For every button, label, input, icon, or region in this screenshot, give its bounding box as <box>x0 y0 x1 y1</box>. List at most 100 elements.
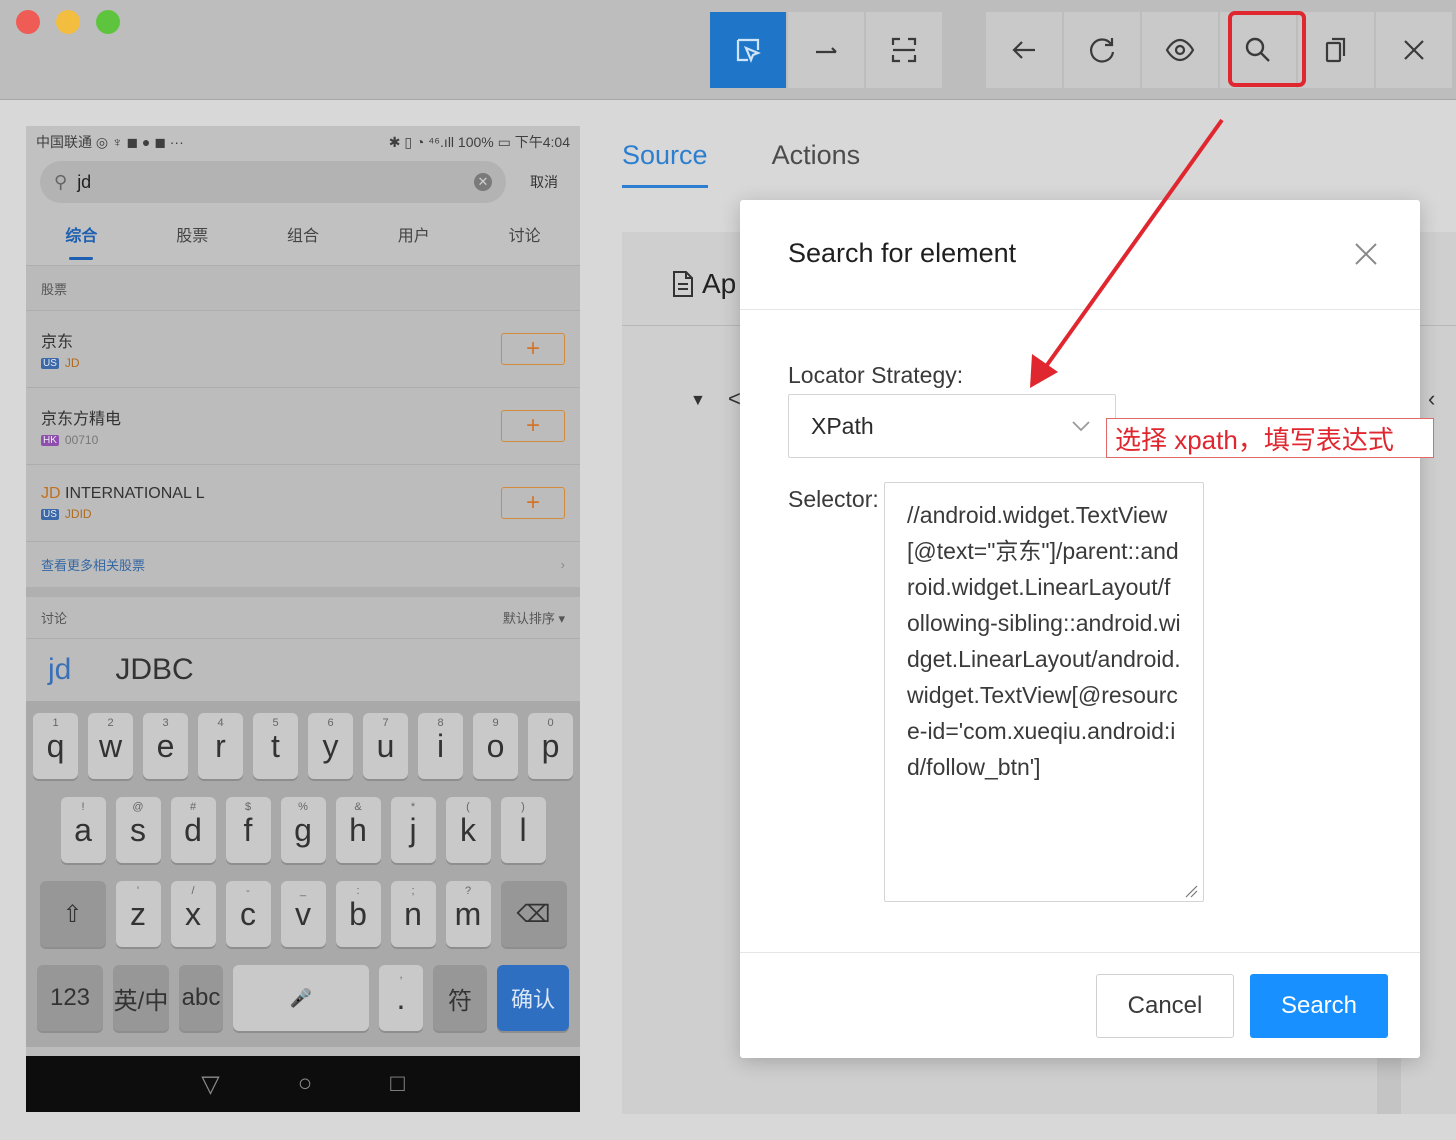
key-h[interactable]: & h <box>335 797 381 863</box>
copy-xml-button[interactable] <box>1298 12 1374 88</box>
window-close-button[interactable] <box>16 10 40 34</box>
chevron-left-icon[interactable]: ‹ <box>1428 386 1435 412</box>
tab-comprehensive[interactable]: 综合 <box>65 222 97 250</box>
key-hint: ) <box>521 801 525 813</box>
discussion-header: 讨论 默认排序 ▾ <box>26 597 580 639</box>
key-o[interactable]: 9o <box>473 713 518 779</box>
swipe-arrow-icon <box>816 47 837 54</box>
dialog-title: Search for element <box>788 238 1017 268</box>
tree-node[interactable]: < <box>728 386 741 412</box>
key-f[interactable]: $ f <box>225 797 271 863</box>
nav-home-icon[interactable]: ○ <box>298 1070 313 1098</box>
key-label: n <box>404 895 422 932</box>
phone-search-input[interactable]: ⚲ jd ✕ <box>40 161 506 203</box>
key-u[interactable]: 7u <box>363 713 408 779</box>
tree-expand-icon[interactable]: ▼ <box>690 392 706 410</box>
tap-coordinates-button[interactable] <box>866 12 942 88</box>
list-item[interactable]: 京东方精电 HK 00710 + <box>26 387 580 464</box>
space-key[interactable]: 🎤 <box>233 965 369 1031</box>
symbol-key[interactable]: 符 <box>433 965 487 1031</box>
shift-key[interactable]: ⇧ <box>39 881 106 947</box>
key-hint: # <box>189 801 197 813</box>
locator-strategy-select[interactable]: XPath <box>788 394 1116 458</box>
key-hint: * <box>410 801 416 813</box>
key-l[interactable]: ) l <box>500 797 546 863</box>
close-icon[interactable] <box>1350 238 1382 270</box>
sort-dropdown[interactable]: 默认排序 ▾ <box>503 608 565 627</box>
key-w[interactable]: 2w <box>88 713 133 779</box>
window-minimize-button[interactable] <box>56 10 80 34</box>
language-key[interactable]: 英/中 <box>113 965 169 1031</box>
key-c[interactable]: -c <box>225 881 271 947</box>
key-hint: 8 <box>437 717 444 729</box>
key-p[interactable]: 0p <box>528 713 573 779</box>
key-v[interactable]: _ v <box>280 881 326 947</box>
clear-icon[interactable]: ✕ <box>474 173 492 191</box>
key-b[interactable]: :b <box>335 881 381 947</box>
key-d[interactable]: # d <box>170 797 216 863</box>
back-arrow-icon <box>1012 41 1035 59</box>
more-stocks-label: 查看更多相关股票 <box>41 558 146 573</box>
refresh-icon <box>1090 38 1115 63</box>
abc-key[interactable]: abc <box>179 965 223 1031</box>
window-titlebar <box>0 0 1456 100</box>
key-j[interactable]: * j <box>390 797 436 863</box>
close-icon <box>1404 40 1424 60</box>
stocks-section-label: 股票 <box>26 266 580 310</box>
selector-textarea[interactable]: //android.widget.TextView[@text="京东"]/pa… <box>884 482 1204 902</box>
key-m[interactable]: ? m <box>445 881 491 947</box>
key-label: w <box>98 727 123 764</box>
key-label: q <box>46 727 65 764</box>
key-x[interactable]: / x <box>170 881 216 947</box>
period-key[interactable]: ,. <box>379 965 423 1031</box>
key-hint: ! <box>81 801 85 813</box>
tab-discussion[interactable]: 讨论 <box>509 222 541 250</box>
resize-handle-icon[interactable] <box>1184 884 1198 898</box>
refresh-button[interactable] <box>1064 12 1140 88</box>
tab-stocks[interactable]: 股票 <box>176 222 208 250</box>
key-a[interactable]: ! a <box>60 797 106 863</box>
window-zoom-button[interactable] <box>96 10 120 34</box>
key-q[interactable]: 1q <box>33 713 78 779</box>
key-y[interactable]: 6y <box>308 713 353 779</box>
key-t[interactable]: 5t <box>253 713 298 779</box>
tab-actions[interactable]: Actions <box>772 140 861 188</box>
quit-session-button[interactable] <box>1376 12 1452 88</box>
toggle-visibility-button[interactable] <box>1142 12 1218 88</box>
device-screenshot[interactable]: 中国联通 ◎ ♆ ◼ ● ◼ ··· ✱ ▯ ◔ ⁴⁶.ıll 100% ▭ 下… <box>26 126 580 1112</box>
nav-recents-icon[interactable]: □ <box>390 1070 405 1098</box>
key-i[interactable]: 8i <box>418 713 463 779</box>
key-s[interactable]: @ s <box>115 797 161 863</box>
delete-key[interactable]: ⌫ <box>500 881 567 947</box>
key-g[interactable]: % g <box>280 797 326 863</box>
search-button[interactable]: Search <box>1250 974 1388 1038</box>
tab-portfolio[interactable]: 组合 <box>287 222 319 250</box>
numbers-key[interactable]: 123 <box>37 965 103 1031</box>
key-k[interactable]: (k <box>445 797 491 863</box>
tab-users[interactable]: 用户 <box>398 222 430 250</box>
list-item[interactable]: 京东 US JD + <box>26 310 580 387</box>
tab-source[interactable]: Source <box>622 140 708 188</box>
swipe-mode-button[interactable] <box>788 12 864 88</box>
cancel-button[interactable]: Cancel <box>1096 974 1234 1038</box>
key-label: d <box>184 811 202 848</box>
follow-button[interactable]: + <box>501 410 565 442</box>
phone-cancel-link[interactable]: 取消 <box>530 172 558 192</box>
key-label: j <box>409 811 417 848</box>
key-e[interactable]: 3e <box>143 713 188 779</box>
key-r[interactable]: 4r <box>198 713 243 779</box>
key-hint: 3 <box>162 717 169 729</box>
key-n[interactable]: ; n <box>390 881 436 947</box>
follow-button[interactable]: + <box>501 333 565 365</box>
follow-button[interactable]: + <box>501 487 565 519</box>
list-item[interactable]: JD INTERNATIONAL L US JDID + <box>26 464 580 541</box>
back-button[interactable] <box>986 12 1062 88</box>
confirm-key[interactable]: 确认 <box>497 965 569 1031</box>
suggestion-item[interactable]: jd <box>48 653 71 687</box>
more-stocks-link[interactable]: 查看更多相关股票 › <box>26 541 580 587</box>
key-z[interactable]: ' z <box>115 881 161 947</box>
nav-back-icon[interactable]: ▽ <box>201 1070 219 1099</box>
key-label: l <box>519 811 527 848</box>
suggestion-item[interactable]: JDBC <box>115 653 193 687</box>
select-element-button[interactable] <box>710 12 786 88</box>
